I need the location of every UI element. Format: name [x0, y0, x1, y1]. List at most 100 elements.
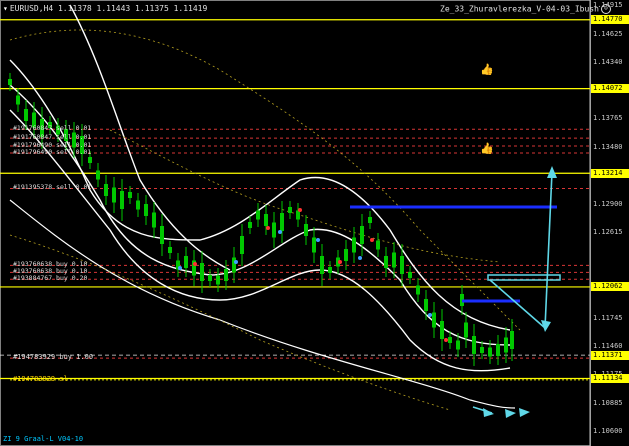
- candle-body: [216, 275, 220, 285]
- indicator-band: [9, 199, 516, 409]
- candle-body: [312, 237, 316, 253]
- order-label[interactable]: #191395378 sell 0.01: [13, 184, 91, 191]
- candle-body: [120, 191, 124, 209]
- trade-marker: [193, 262, 197, 266]
- candle-body: [320, 256, 324, 274]
- candle-body: [440, 321, 444, 339]
- price-tick-label: 1.13765: [593, 114, 623, 123]
- candle-body: [88, 157, 92, 163]
- candle-body: [456, 340, 460, 350]
- candle-body: [160, 226, 164, 244]
- candle-body: [400, 256, 404, 274]
- price-tick-label: 1.12900: [593, 199, 623, 208]
- price-tick-label: 1.14625: [593, 29, 623, 38]
- candle-body: [208, 275, 212, 281]
- arrow-right-icon: [483, 408, 494, 417]
- symbol-info-text: EURUSD,H4 1.11378 1.11443 1.11375 1.1141…: [9, 4, 208, 13]
- order-label[interactable]: #191796490 sell 0.01: [13, 148, 91, 156]
- price-tick-label: 1.11460: [593, 341, 623, 350]
- candle-body: [408, 272, 412, 278]
- candle-body: [304, 224, 308, 236]
- thumbs-up-icon: 👍: [480, 63, 494, 76]
- current-price-label: 1.11371: [591, 350, 629, 360]
- dotted-envelope: [9, 29, 521, 331]
- candle-body: [464, 322, 468, 338]
- price-level-label: 1.14072: [591, 84, 629, 94]
- dropdown-arrow-icon[interactable]: ▾: [3, 4, 8, 13]
- chart-window[interactable]: ▾ EURUSD,H4 1.11378 1.11443 1.11375 1.114…: [0, 0, 629, 446]
- thumbs-up-icon: 👍: [480, 142, 494, 155]
- candle-body: [200, 263, 204, 281]
- trade-marker: [234, 260, 238, 264]
- candle-body: [24, 109, 28, 121]
- trade-marker: [358, 256, 362, 260]
- candle-body: [384, 256, 388, 268]
- candle-body: [472, 336, 476, 354]
- trade-marker: [298, 208, 302, 212]
- candle-body: [424, 299, 428, 311]
- price-tick-label: 1.10600: [593, 426, 623, 435]
- candle-body: [510, 331, 514, 349]
- candle-body: [96, 170, 100, 180]
- trade-marker: [278, 230, 282, 234]
- candle-body: [288, 207, 292, 213]
- arrow-right-icon: [505, 409, 516, 418]
- candle-body: [144, 204, 148, 216]
- trade-marker: [428, 313, 432, 317]
- candle-body: [368, 217, 372, 223]
- trade-marker: [370, 238, 374, 242]
- arrow-right-icon: [519, 408, 530, 417]
- price-level-label: 1.14770: [591, 15, 629, 25]
- price-tick-label: 1.14915: [593, 0, 623, 9]
- trade-marker: [266, 226, 270, 230]
- candle-body: [232, 257, 236, 273]
- price-tick-label: 1.14340: [593, 57, 623, 66]
- expert-advisor-label[interactable]: Ze_33_Zhuravlerezka_V-04-03_Ibush ☺: [440, 4, 611, 14]
- indicator-band: [69, 4, 231, 271]
- trade-marker: [338, 260, 342, 264]
- price-tick-label: 1.10885: [593, 398, 623, 407]
- candle-body: [168, 247, 172, 253]
- candle-body: [480, 347, 484, 353]
- candle-body: [256, 210, 260, 220]
- candle-body: [432, 312, 436, 328]
- order-label[interactable]: #194783929 buy 1.00: [13, 354, 93, 361]
- candle-body: [272, 222, 276, 238]
- candle-body: [416, 285, 420, 295]
- cyan-arrow-path: [489, 171, 553, 330]
- price-chart[interactable]: [0, 0, 629, 446]
- price-tick-label: 1.11745: [593, 313, 623, 322]
- candle-body: [136, 200, 140, 210]
- candle-body: [360, 226, 364, 244]
- order-label[interactable]: #191760847 sell 0.01: [13, 125, 91, 132]
- candle-body: [248, 222, 252, 228]
- candle-body: [240, 236, 244, 254]
- dotted-envelope: [109, 129, 501, 263]
- price-level-label: 1.11134: [591, 374, 629, 383]
- candle-body: [344, 249, 348, 261]
- trade-marker: [316, 238, 320, 242]
- candle-body: [152, 212, 156, 228]
- trade-marker: [444, 338, 448, 342]
- indicator-band: [9, 59, 511, 331]
- price-tick-label: 1.13480: [593, 142, 623, 151]
- candle-body: [104, 184, 108, 196]
- candle-body: [264, 214, 268, 226]
- candle-body: [16, 95, 20, 105]
- trade-marker: [178, 266, 182, 270]
- order-label[interactable]: #193884767 buy 0.20: [13, 275, 87, 282]
- symbol-info: ▾ EURUSD,H4 1.11378 1.11443 1.11375 1.114…: [3, 4, 207, 13]
- candle-body: [128, 192, 132, 198]
- candle-body: [8, 79, 12, 85]
- price-level-label: 1.13214: [591, 168, 629, 178]
- candle-body: [488, 347, 492, 357]
- candle-body: [112, 187, 116, 203]
- candle-body: [184, 256, 188, 268]
- candle-body: [328, 267, 332, 273]
- order-label[interactable]: #194783929 sl: [13, 375, 68, 383]
- cyan-box: [487, 274, 561, 281]
- candle-body: [224, 269, 228, 281]
- price-level-label: 1.12062: [591, 282, 629, 292]
- candle-body: [280, 213, 284, 231]
- candle-body: [504, 337, 508, 353]
